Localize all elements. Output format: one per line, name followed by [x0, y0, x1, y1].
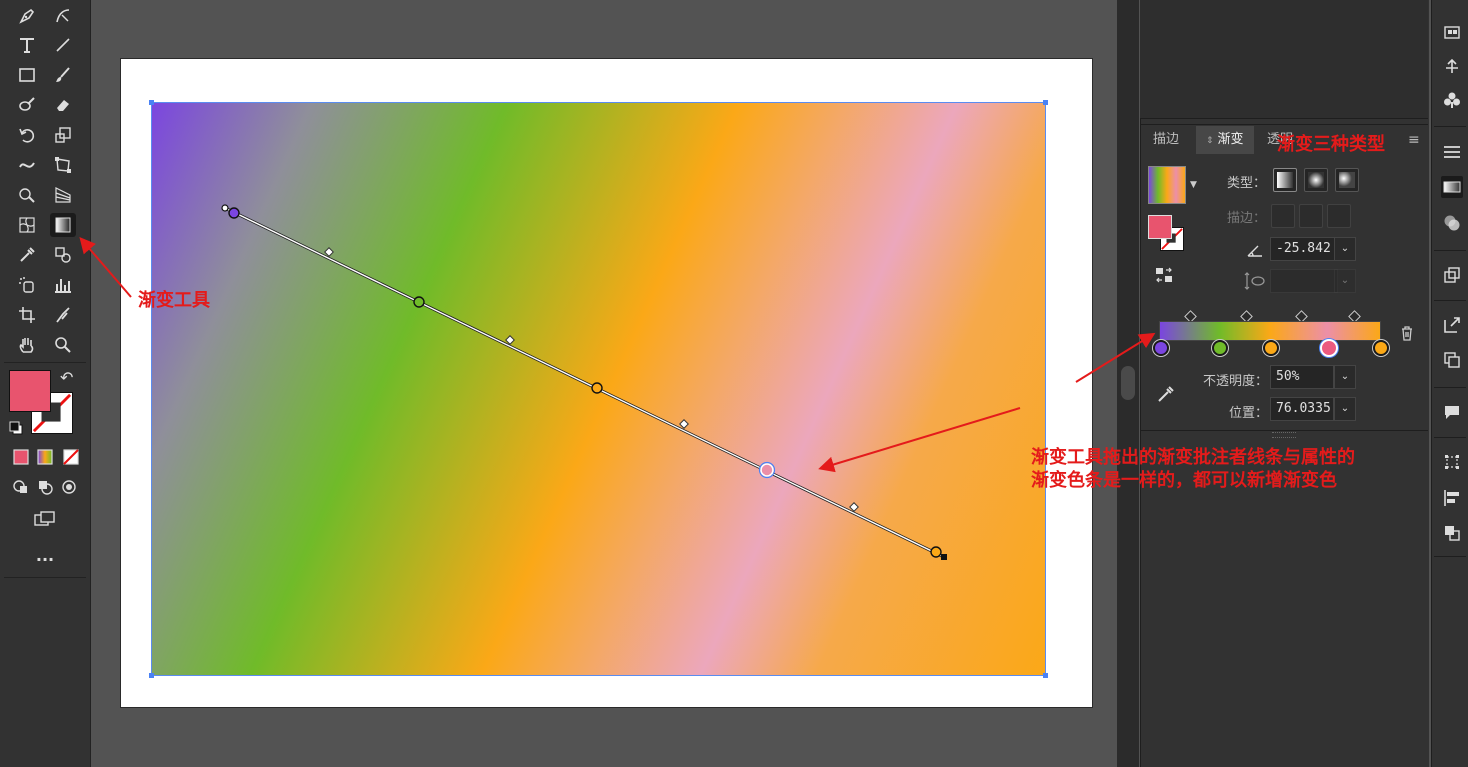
arrow-to-annotator [818, 407, 1021, 473]
arrow-to-gradient-tool [79, 236, 132, 298]
annotation-note-line1: 渐变工具拖出的渐变批注者线条与属性的 [1031, 447, 1355, 468]
arrow-to-slider [1075, 332, 1156, 383]
annotation-arrows [79, 236, 1156, 473]
annotation-gradient-tool: 渐变工具 [138, 290, 210, 311]
annotation-three-types: 渐变三种类型 [1277, 134, 1385, 155]
annotation-note-line2: 渐变色条是一样的，都可以新增渐变色 [1031, 470, 1337, 491]
